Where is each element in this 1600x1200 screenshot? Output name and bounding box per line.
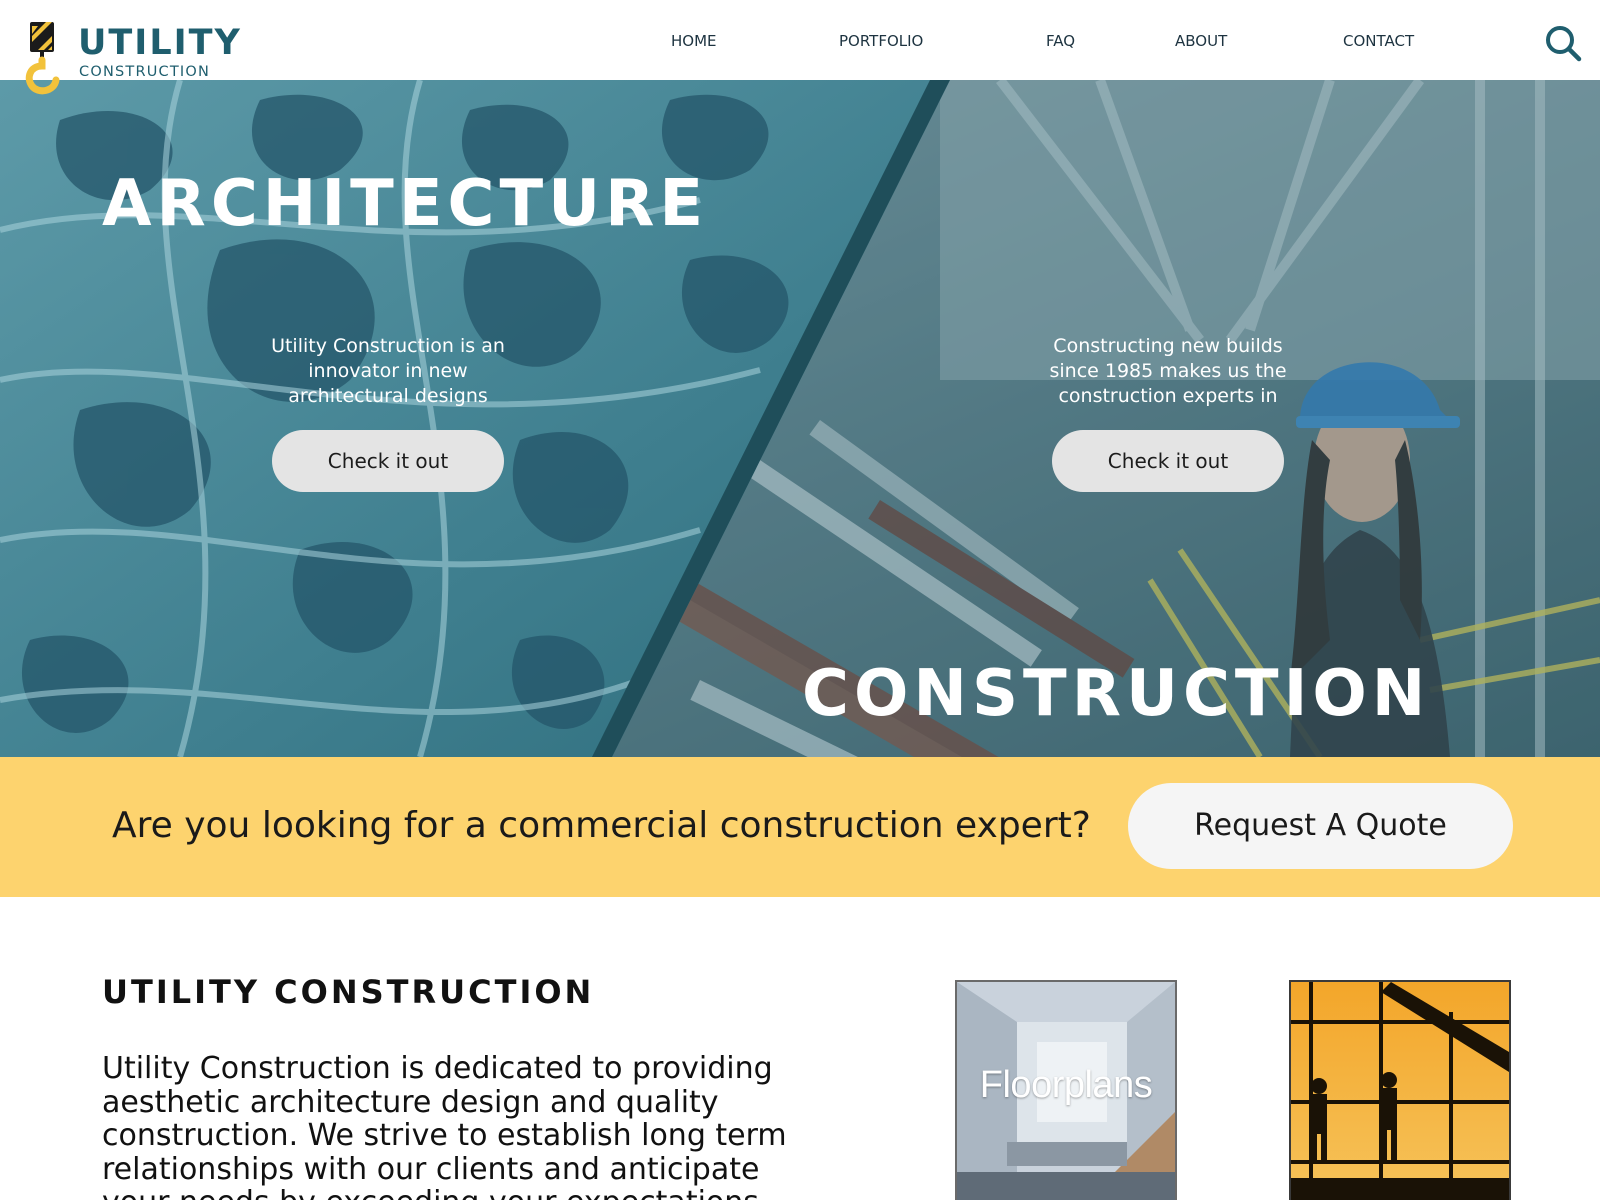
brand-logo[interactable]: UTILITY CONSTRUCTION [24,20,264,100]
nav-contact[interactable]: CONTACT [1343,32,1414,50]
architecture-check-it-out-button[interactable]: Check it out [272,430,504,492]
nav-faq[interactable]: FAQ [1046,32,1075,50]
floorplans-thumbnail[interactable]: Floorplans [955,980,1177,1200]
workers-silhouette-image [1291,982,1509,1200]
hero-banner: ARCHITECTURE CONSTRUCTION Utility Constr… [0,80,1600,757]
nav-portfolio[interactable]: PORTFOLIO [839,32,923,50]
hero-architecture-text: Utility Construction is an innovator in … [271,335,505,407]
site-header: UTILITY CONSTRUCTION HOME PORTFOLIO FAQ … [0,0,1600,95]
nav-about[interactable]: ABOUT [1175,32,1227,50]
construction-check-it-out-button[interactable]: Check it out [1052,430,1284,492]
brand-tagline: CONSTRUCTION [79,64,211,80]
search-icon[interactable] [1544,24,1582,62]
crane-hook-icon [25,22,60,95]
hero-title-architecture: ARCHITECTURE [102,167,709,241]
hero-title-construction: CONSTRUCTION [802,657,1431,731]
hero-construction-text: Constructing new builds since 1985 makes… [1049,335,1287,407]
hero-construction-block: Constructing new builds since 1985 makes… [1038,334,1298,492]
hero-architecture-block: Utility Construction is an innovator in … [258,334,518,492]
construction-workers-thumbnail[interactable] [1289,980,1511,1200]
quote-band-text: Are you looking for a commercial constru… [112,805,1091,846]
brand-name: UTILITY [78,23,242,63]
nav-home[interactable]: HOME [671,32,717,50]
about-title: UTILITY CONSTRUCTION [102,973,595,1011]
about-body-text: Utility Construction is dedicated to pro… [102,1052,787,1200]
request-quote-button[interactable]: Request A Quote [1128,783,1513,869]
quote-band: Are you looking for a commercial constru… [0,757,1600,897]
floorplans-label: Floorplans [979,1064,1153,1106]
